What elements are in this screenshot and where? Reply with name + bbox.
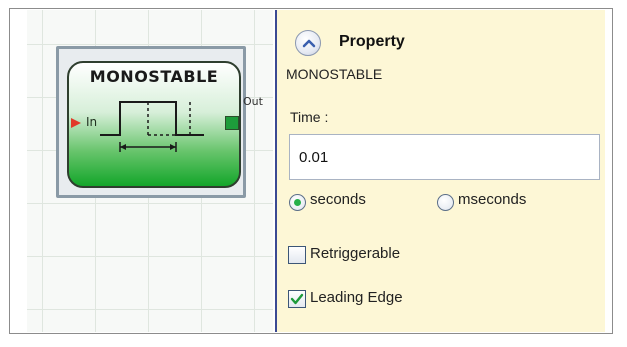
retriggerable-label[interactable]: Retriggerable bbox=[310, 245, 400, 262]
time-input[interactable] bbox=[289, 134, 600, 180]
chevron-up-icon bbox=[302, 39, 316, 48]
time-label: Time : bbox=[290, 109, 329, 125]
leading-edge-label[interactable]: Leading Edge bbox=[310, 289, 403, 306]
property-title: Property bbox=[339, 33, 405, 50]
checkmark-icon bbox=[290, 293, 304, 305]
output-port[interactable] bbox=[225, 116, 239, 130]
leading-edge-checkbox[interactable] bbox=[288, 290, 306, 308]
mseconds-radio[interactable] bbox=[437, 194, 454, 211]
collapse-button[interactable] bbox=[295, 30, 321, 56]
block-title: MONOSTABLE bbox=[89, 67, 219, 86]
input-port-label: In bbox=[86, 115, 98, 129]
retriggerable-checkbox[interactable] bbox=[288, 246, 306, 264]
seconds-radio-label[interactable]: seconds bbox=[310, 191, 366, 208]
seconds-radio[interactable] bbox=[289, 194, 306, 211]
block-name-label: MONOSTABLE bbox=[286, 66, 383, 82]
input-port-arrow-icon[interactable] bbox=[71, 118, 81, 128]
output-port-label: Out bbox=[243, 95, 263, 108]
monostable-pulse-icon bbox=[100, 101, 204, 152]
mseconds-radio-label[interactable]: mseconds bbox=[458, 191, 526, 208]
